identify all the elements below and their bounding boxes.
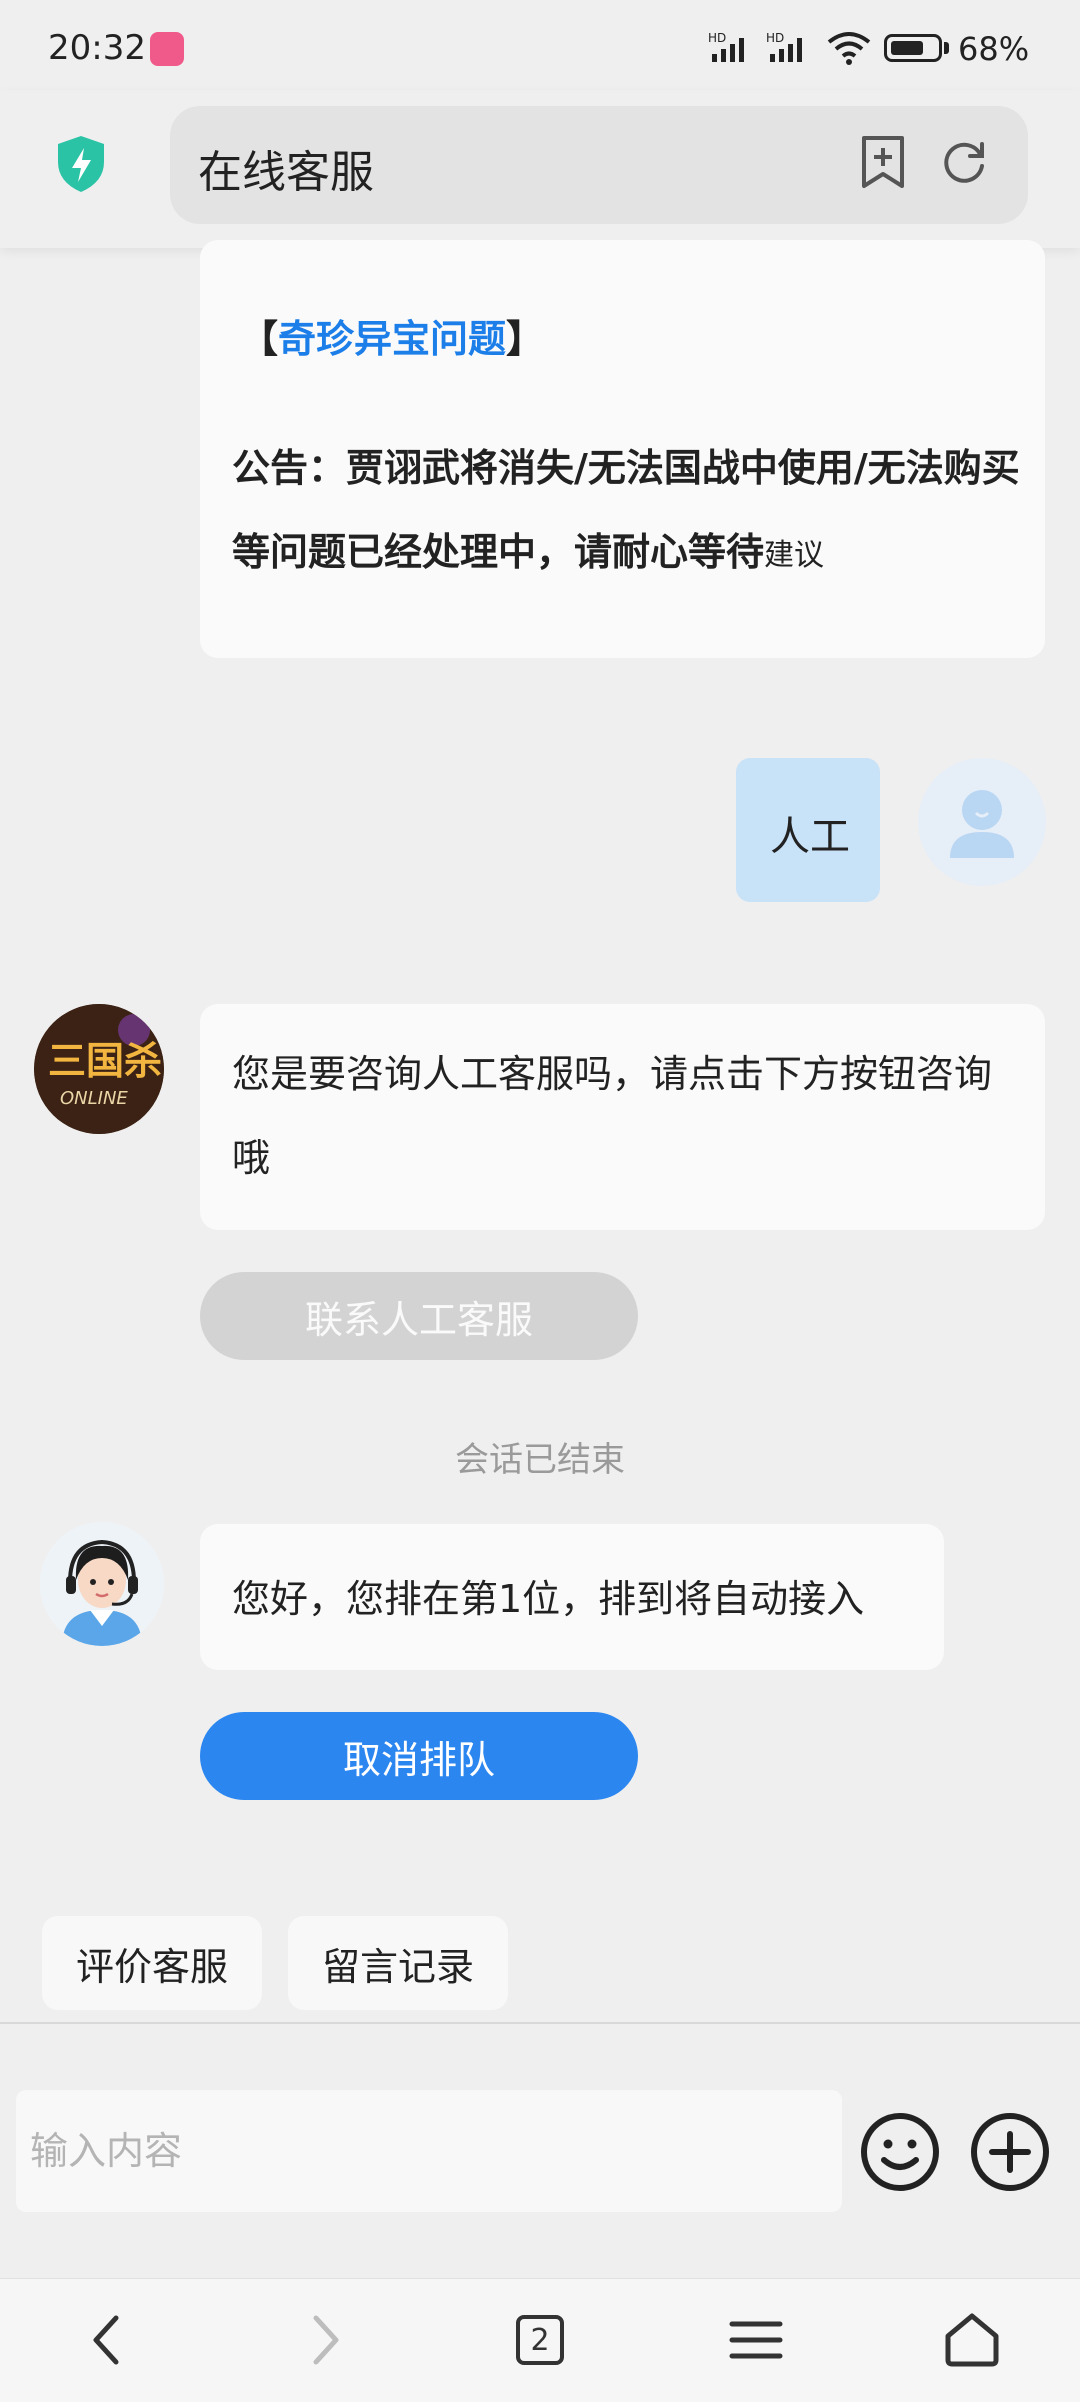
home-button[interactable] bbox=[932, 2302, 1012, 2378]
emoji-icon[interactable] bbox=[858, 2110, 942, 2194]
session-ended-notice: 会话已结束 bbox=[455, 1440, 625, 1480]
message-input[interactable] bbox=[16, 2090, 842, 2212]
user-avatar bbox=[918, 758, 1046, 886]
faq-title-link[interactable]: 奇珍异宝问题 bbox=[278, 317, 506, 361]
forward-button[interactable] bbox=[286, 2302, 366, 2378]
faq-title[interactable]: 【奇珍异宝问题】 bbox=[240, 308, 544, 363]
forward-arrow-icon bbox=[313, 2315, 339, 2365]
cell-signal-icon-2: HD bbox=[766, 31, 802, 62]
bot-message-text: 您是要咨询人工客服吗，请点击下方按钮咨询哦 bbox=[232, 1052, 993, 1180]
back-button[interactable] bbox=[66, 2302, 146, 2378]
user-message-text: 人工 bbox=[770, 814, 850, 860]
agent-avatar bbox=[40, 1522, 164, 1646]
cancel-queue-button[interactable]: 取消排队 bbox=[200, 1712, 638, 1800]
menu-icon bbox=[729, 2321, 783, 2359]
user-avatar-icon bbox=[950, 790, 1014, 858]
svg-text:三国杀: 三国杀 bbox=[48, 1038, 162, 1083]
add-attachment-icon[interactable] bbox=[968, 2110, 1052, 2194]
faq-announcement: 公告：贾诩武将消失/无法国战中使用/无法购买等问题已经处理中，请耐心等待建议 bbox=[232, 426, 1022, 598]
rate-service-button[interactable]: 评价客服 bbox=[42, 1916, 262, 2010]
faq-announcement-text: 公告：贾诩武将消失/无法国战中使用/无法购买等问题已经处理中，请耐心等待 bbox=[232, 446, 1020, 574]
home-icon bbox=[945, 2313, 999, 2367]
network-type-2: HD bbox=[766, 31, 784, 45]
game-bot-avatar: 三国杀 ONLINE bbox=[34, 1004, 164, 1134]
battery-icon bbox=[884, 34, 942, 62]
network-type-1: HD bbox=[708, 31, 726, 45]
battery-level: 68% bbox=[958, 30, 1030, 68]
tabs-button[interactable]: 2 bbox=[500, 2302, 580, 2378]
status-time: 20:32 bbox=[48, 28, 146, 68]
cell-signal-icon: HD bbox=[708, 31, 744, 62]
agent-message-text: 您好，您排在第1位，排到将自动接入 bbox=[232, 1577, 865, 1621]
customer-service-agent-icon bbox=[40, 1522, 164, 1646]
back-arrow-icon bbox=[93, 2315, 119, 2365]
tab-count: 2 bbox=[530, 2322, 550, 2358]
refresh-icon[interactable] bbox=[938, 136, 990, 188]
svg-text:ONLINE: ONLINE bbox=[60, 1088, 128, 1109]
contact-agent-button[interactable]: 联系人工客服 bbox=[200, 1272, 638, 1360]
menu-button[interactable] bbox=[716, 2302, 796, 2378]
wifi-icon bbox=[827, 32, 871, 65]
app-notification-icon bbox=[150, 32, 184, 66]
message-records-button[interactable]: 留言记录 bbox=[288, 1916, 508, 2010]
tabs-icon: 2 bbox=[516, 2315, 564, 2365]
game-logo-icon: 三国杀 ONLINE bbox=[34, 1004, 164, 1134]
faq-suggest-link[interactable]: 建议 bbox=[764, 538, 824, 573]
page-title: 在线客服 bbox=[198, 147, 374, 198]
faq-bracket-close: 】 bbox=[506, 317, 545, 361]
bookmark-add-icon[interactable] bbox=[858, 134, 908, 190]
security-shield-icon[interactable] bbox=[54, 134, 108, 194]
faq-bracket-open: 【 bbox=[240, 317, 279, 361]
divider bbox=[0, 2022, 1080, 2024]
